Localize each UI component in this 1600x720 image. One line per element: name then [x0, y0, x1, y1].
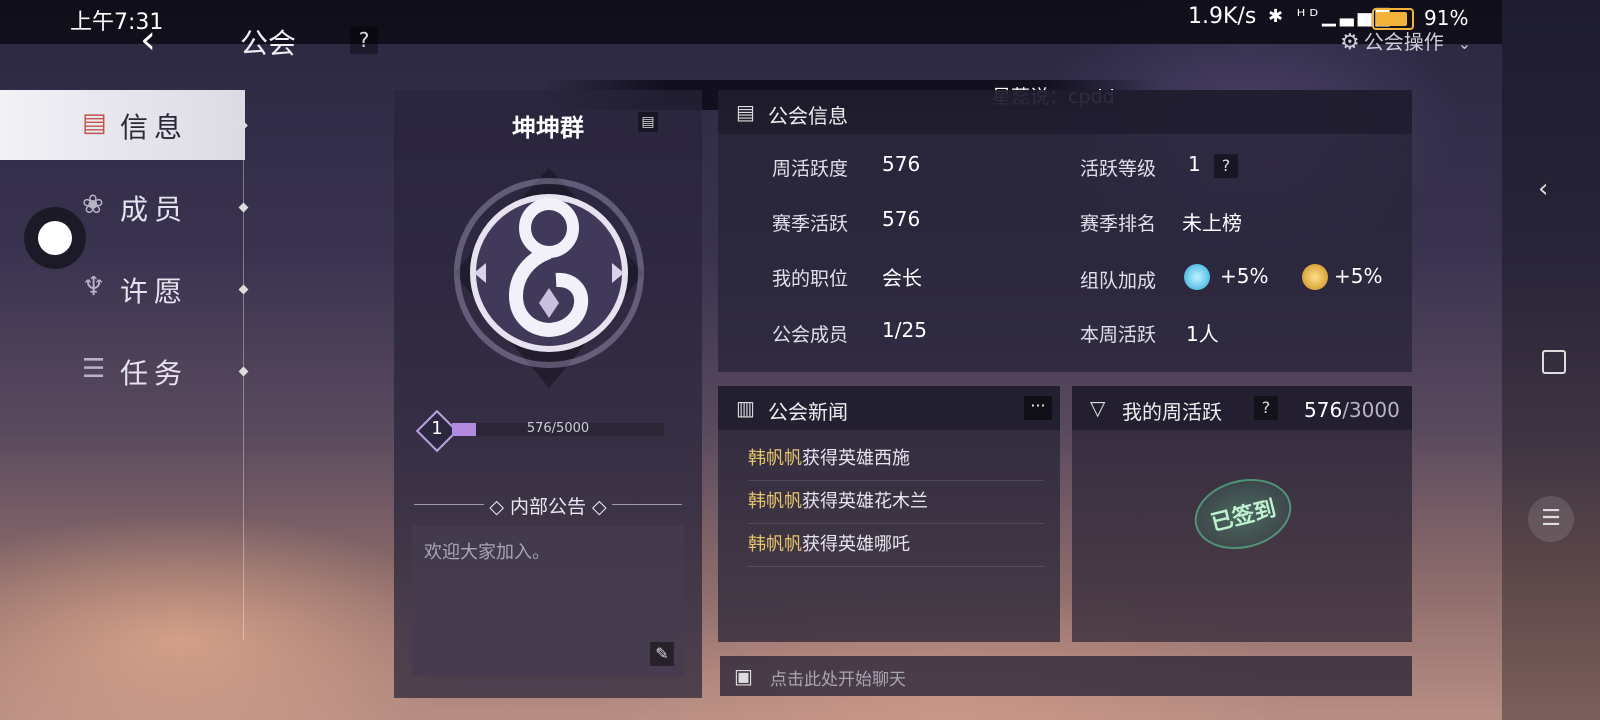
guild-exp-text: 576/5000	[526, 421, 590, 436]
members-label: 公会成员	[772, 324, 849, 346]
system-back-button[interactable]: ‹	[1538, 174, 1548, 204]
chat-input-bar[interactable]: ▣ 点击此处开始聊天	[720, 656, 1412, 696]
panel-header: ▥ 公会新闻 ···	[718, 386, 1060, 430]
news-text: 获得英雄西施	[802, 448, 910, 469]
nav-item-label: 许愿	[120, 275, 189, 308]
season-rank-label: 赛季排名	[1080, 213, 1157, 235]
exp-buff-icon	[1184, 264, 1210, 290]
news-user[interactable]: 韩帆帆	[748, 534, 802, 555]
nav-item-label: 任务	[120, 357, 189, 390]
task-icon: ☰	[82, 354, 106, 384]
news-item: 韩帆帆获得英雄西施	[748, 438, 1044, 481]
news-text: 获得英雄花木兰	[802, 491, 928, 512]
gear-icon: ⚙	[1340, 30, 1360, 55]
nav-item-wish[interactable]: ♆ 许愿	[0, 254, 245, 324]
weekly-active-value: 1人	[1186, 322, 1219, 346]
notice-box: 欢迎大家加入。 ✎	[412, 526, 684, 676]
info-icon: ▤	[736, 100, 755, 124]
members-icon: ❀	[82, 190, 104, 220]
weekly-activity-label: 周活跃度	[772, 158, 849, 180]
weekly-current: 576	[1304, 398, 1343, 422]
team-bonus-2: +5%	[1334, 264, 1383, 288]
news-item: 韩帆帆获得英雄哪吒	[748, 524, 1044, 567]
team-bonus-label: 组队加成	[1080, 270, 1157, 292]
nav-item-label: 成员	[120, 193, 189, 226]
copy-icon[interactable]: ▤	[638, 112, 658, 132]
news-user[interactable]: 韩帆帆	[748, 448, 802, 469]
my-weekly-activity-panel: ▽ 我的周活跃 ? 576/3000 已签到	[1072, 386, 1412, 642]
news-text: 获得英雄哪吒	[802, 534, 910, 555]
triangle-badge-icon: ▽	[1090, 396, 1106, 420]
panel-header: ▤ 公会信息	[718, 90, 1412, 134]
notice-text: 欢迎大家加入。	[424, 542, 550, 563]
season-activity-value: 576	[882, 207, 921, 231]
weekly-active-label: 本周活跃	[1080, 324, 1157, 346]
weekly-activity-value: 576	[882, 152, 921, 176]
back-button[interactable]: ‹	[140, 20, 156, 60]
guild-card: 坤坤群 ▤ 1 576/5000 ◇ 内部公告 ◇ 欢迎大家加入。 ✎	[394, 90, 702, 698]
guild-level: 1	[431, 418, 443, 439]
guild-emblem-icon	[454, 168, 644, 388]
news-item: 韩帆帆获得英雄花木兰	[748, 481, 1044, 524]
guild-ops-label: 公会操作	[1363, 30, 1444, 54]
edit-notice-button[interactable]: ✎	[650, 642, 674, 666]
nav-item-label: 信息	[120, 111, 189, 144]
guild-exp-bar: 576/5000	[452, 421, 664, 436]
position-value: 会长	[882, 266, 922, 290]
system-nav-bar: ‹ ☰	[1502, 0, 1600, 720]
coin-buff-icon	[1302, 264, 1328, 290]
notice-title-text: 内部公告	[509, 496, 586, 518]
activity-level-help-button[interactable]: ?	[1214, 154, 1238, 178]
panel-title: 公会信息	[768, 104, 848, 128]
wish-icon: ♆	[82, 272, 106, 302]
season-activity-label: 赛季活跃	[772, 213, 849, 235]
system-menu-button[interactable]: ☰	[1528, 496, 1574, 542]
info-doc-icon: ▤	[82, 108, 107, 138]
system-recents-button[interactable]	[1542, 350, 1566, 374]
chevron-down-icon: ⌄	[1457, 34, 1472, 53]
book-icon: ▥	[736, 396, 755, 420]
activity-level-value: 1	[1188, 152, 1201, 176]
panel-header: ▽ 我的周活跃 ? 576/3000	[1072, 386, 1412, 430]
guild-ops-dropdown[interactable]: ⚙ 公会操作 ⌄	[1340, 26, 1471, 55]
position-label: 我的职位	[772, 268, 849, 290]
checked-in-stamp: 已签到	[1187, 469, 1299, 559]
news-user[interactable]: 韩帆帆	[748, 491, 802, 512]
guild-info-panel: ▤ 公会信息 周活跃度 576 赛季活跃 576 我的职位 会长 公会成员 1/…	[718, 90, 1412, 372]
stamp-text: 已签到	[1208, 496, 1279, 537]
net-speed: 1.9K/s	[1188, 4, 1257, 29]
status-bar: 上午7:31 1.9K/s ✱ ᴴᴰ▁▃▅▇ 91%	[0, 0, 1502, 44]
season-rank-value: 未上榜	[1182, 211, 1242, 235]
weekly-help-button[interactable]: ?	[1254, 396, 1278, 420]
panel-title: 我的周活跃	[1122, 400, 1222, 424]
chat-placeholder: 点击此处开始聊天	[770, 670, 906, 690]
nav-item-tasks[interactable]: ☰ 任务	[0, 336, 245, 406]
nav-item-members[interactable]: ❀ 成员	[0, 172, 245, 242]
chat-bubble-icon: ▣	[734, 664, 753, 688]
panel-title: 公会新闻	[768, 400, 848, 424]
help-button[interactable]: ?	[350, 26, 378, 54]
team-bonus-1: +5%	[1220, 264, 1269, 288]
battery-fill	[1376, 12, 1407, 26]
members-value: 1/25	[882, 318, 927, 342]
guild-news-panel: ▥ 公会新闻 ··· 韩帆帆获得英雄西施 韩帆帆获得英雄花木兰 韩帆帆获得英雄哪…	[718, 386, 1060, 642]
more-button[interactable]: ···	[1024, 396, 1052, 420]
page-title: 公会	[240, 27, 297, 60]
weekly-progress: 576/3000	[1304, 398, 1400, 422]
weekly-total: /3000	[1342, 398, 1400, 422]
nav-item-info[interactable]: ▤ 信息	[0, 90, 245, 160]
activity-level-label: 活跃等级	[1080, 158, 1157, 180]
notice-title: ◇ 内部公告 ◇	[489, 496, 607, 518]
